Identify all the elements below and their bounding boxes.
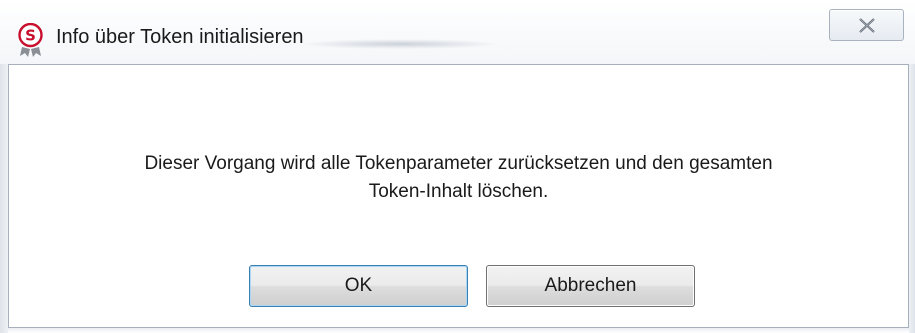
message-line-2: Token-Inhalt löschen. [368,181,549,202]
svg-text:S: S [25,27,36,45]
title-bar-glass-highlight [300,39,500,49]
title-bar[interactable]: S Info über Token initialisieren [0,0,915,64]
close-icon [859,18,875,33]
window-title: Info über Token initialisieren [56,26,304,48]
message-line-1: Dieser Vorgang wird alle Tokenparameter … [144,153,773,174]
window-bottom-border [8,328,909,333]
dialog-content-area: Dieser Vorgang wird alle Tokenparameter … [8,64,909,328]
close-button[interactable] [829,9,904,41]
app-s-logo-icon: S [18,23,43,57]
ok-button[interactable]: OK [249,265,468,307]
dialog-window: S Info über Token initialisieren Dieser … [0,0,915,333]
cancel-button[interactable]: Abbrechen [486,265,695,307]
dialog-message: Dieser Vorgang wird alle Tokenparameter … [9,150,908,206]
